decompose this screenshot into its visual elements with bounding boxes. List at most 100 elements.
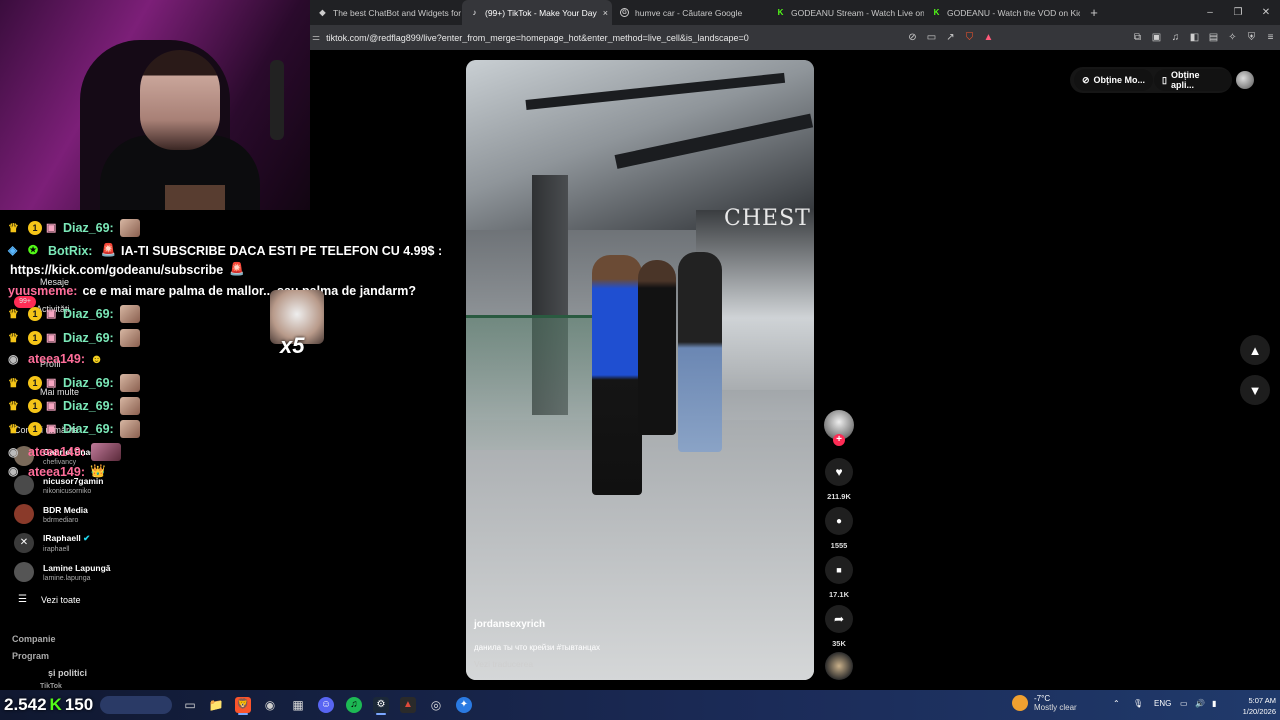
share-icon[interactable]: ➦ [825,605,853,633]
tab-kick-stream[interactable]: K GODEANU Stream - Watch Live on Ki [768,0,924,25]
top-actions: ⊘ Obține Mo... ▯ Obține apli... [1070,67,1232,93]
share-icon[interactable]: ↗ [941,32,960,43]
tray-chevron-icon[interactable]: ⌃ [1113,699,1120,708]
avatar-badge-icon: ◉ [8,444,19,459]
video-author[interactable]: jordansexyrich [474,619,545,630]
chat-text[interactable]: https://kick.com/godeanu/subscribe [10,263,223,277]
heart-icon[interactable]: ♥ [825,458,853,486]
new-tab-button[interactable]: + [1084,5,1104,20]
tab-kick-vod[interactable]: K GODEANU - Watch the VOD on Kick [924,0,1080,25]
weather-icon [1012,695,1028,711]
maximize-button[interactable]: ❐ [1224,0,1252,25]
bookmark-icon[interactable]: ■ [825,556,853,584]
tab-title: GODEANU - Watch the VOD on Kick [947,7,1080,18]
chat-username: Diaz_69: [63,331,114,345]
webcam-overlay [0,0,310,210]
no-camera-icon[interactable]: ⊘ [903,32,922,43]
comment-action[interactable]: ● 1555 [824,507,854,550]
like-action[interactable]: ♥ 211.9K [824,458,854,501]
profile-avatar[interactable] [1236,71,1254,89]
next-video-button[interactable]: ▼ [1240,375,1270,405]
discord-icon[interactable]: ☺ [318,697,334,713]
brave-rewards-icon[interactable]: ▲ [979,32,998,43]
chat-message: ♛ 1 ▣ Diaz_69: [8,219,140,237]
close-tab-icon[interactable]: × [597,8,608,18]
browser-tab-bar: ◆ The best ChatBot and Widgets for Ki ♪ … [310,0,1280,25]
chat-text: ce e mai mare palma de mallor... sau pal… [82,284,416,298]
author-avatar-group[interactable]: + [824,410,854,446]
wallet-icon[interactable]: ▤ [1204,32,1223,43]
media-icon[interactable]: ▲ [400,697,416,713]
sub-badge-icon: 1 [28,331,42,345]
crown-badge-icon: ♛ [8,375,19,390]
vpn-icon[interactable]: ⛨ [1242,32,1261,43]
language-indicator[interactable]: ENG [1154,699,1171,708]
combo-count: x5 [280,333,305,358]
cast-icon[interactable]: ▭ [922,32,941,43]
app-icon[interactable]: ✦ [456,697,472,713]
save-action[interactable]: ■ 17.1K [824,556,854,599]
gift-badge-icon: ▣ [46,399,57,412]
tab-botrix[interactable]: ◆ The best ChatBot and Widgets for Ki [310,0,462,25]
microphone-icon[interactable]: 🎙 [1133,699,1143,708]
comment-icon[interactable]: ● [825,507,853,535]
sub-badge-icon: 1 [28,399,42,413]
footer-company-link[interactable]: Companie [12,634,56,644]
see-translation-link[interactable]: Vezi traducerea [474,659,533,669]
music-disc-icon[interactable] [825,652,853,680]
emote-icon [91,443,121,461]
display-icon[interactable]: ▭ [1180,699,1188,708]
gift-badge-icon: ▣ [46,307,57,320]
avatar [14,562,34,582]
emote-icon [119,397,140,415]
google-icon: G [620,8,629,17]
extensions-icon[interactable]: ⧉ [1128,32,1147,43]
previous-video-button[interactable]: ▲ [1240,335,1270,365]
task-view-icon[interactable]: ▭ [182,697,198,713]
weather-condition: Mostly clear [1034,703,1077,712]
github-icon[interactable]: ◎ [428,697,444,713]
bot-badge-icon: ◈ [8,243,18,257]
brave-icon[interactable]: 🦁 [235,697,251,713]
brave-shields-icon[interactable]: ⛉ [960,32,979,43]
obs-icon[interactable]: ◉ [262,697,278,713]
tab-google[interactable]: G humve car - Căutare Google [612,0,768,25]
music-disc[interactable] [824,652,854,680]
system-clock[interactable]: 5:07 AM 1/20/2026 [1228,695,1276,717]
tab-tiktok[interactable]: ♪ (99+) TikTok - Make Your Day × [462,0,612,25]
screenshot-icon[interactable]: ▣ [1147,32,1166,43]
site-info-icon[interactable]: ⚌ [312,32,320,43]
following-item[interactable]: Lamine Lapungă lamine.lapunga [14,562,111,582]
weather-widget[interactable]: -7°C Mostly clear [1012,694,1077,712]
list-icon: ☰ [18,594,27,605]
following-item[interactable]: BDR Media bdrmediaro [14,504,88,524]
file-explorer-icon[interactable]: 📁 [208,697,224,713]
tiktok-video[interactable]: CHEST jordansexyrich данила ты что крейз… [466,60,814,680]
taskbar-search[interactable] [100,696,172,714]
close-window-button[interactable]: ✕ [1252,0,1280,25]
coin-icon: ⊘ [1082,74,1090,85]
get-app-button[interactable]: ▯ Obține apli... [1154,69,1232,91]
minimize-button[interactable]: – [1196,0,1224,25]
siren-icon: 🚨 [229,262,245,276]
media-controls-icon[interactable]: ♫ [1166,32,1185,43]
footer-program-link[interactable]: Program [12,651,49,661]
leo-ai-icon[interactable]: ✧ [1223,32,1242,43]
chat-message: ♛ 1 ▣ Diaz_69: [8,420,140,438]
footer-terms-link[interactable]: și politici [48,668,87,678]
spotify-icon[interactable]: ♫ [346,697,362,713]
battery-icon[interactable]: ▮ [1212,699,1216,708]
following-item[interactable]: ✕ lRaphaell ✔ iraphaell [14,533,90,553]
get-coins-button[interactable]: ⊘ Obține Mo... [1074,69,1154,91]
menu-icon[interactable]: ≡ [1261,32,1280,43]
share-action[interactable]: ➦ 35K [824,605,854,648]
volume-icon[interactable]: 🔊 [1195,699,1205,708]
crown-badge-icon: ♛ [8,398,19,413]
apps-icon[interactable]: ▦ [290,697,306,713]
steam-icon[interactable]: ⚙ [373,697,389,713]
follow-plus-icon[interactable]: + [833,434,845,446]
url-field[interactable]: tiktok.com/@redflag899/live?enter_from_m… [326,33,903,43]
sidebar-icon[interactable]: ◧ [1185,32,1204,43]
avatar: ✕ [14,533,34,553]
see-all-following[interactable]: ☰ Vezi toate [18,594,81,605]
